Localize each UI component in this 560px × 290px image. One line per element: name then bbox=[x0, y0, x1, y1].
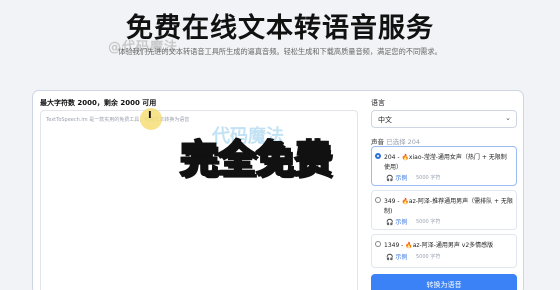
headphones-icon: 🎧 bbox=[386, 219, 394, 226]
text-cursor-icon: I bbox=[148, 110, 152, 121]
bottom-caption-strip bbox=[50, 284, 480, 290]
voice-option-label-cont: 使用） bbox=[384, 164, 403, 171]
voice-option-label-cont: 制) bbox=[384, 208, 393, 215]
text-input-pane: 最大字符数 2000，剩余 2000 可用 TextToSpeech.im 是一… bbox=[40, 98, 358, 290]
voice-option-label: 349 - 🔥az-阿泽-推荐通用男声（需排队 + 无限 bbox=[384, 198, 513, 205]
flame-icon: 🔥 bbox=[401, 154, 409, 161]
language-selected: 中文 bbox=[378, 116, 392, 124]
voice-radio-1349[interactable] bbox=[375, 241, 381, 247]
text-input-placeholder: TextToSpeech.im 是一款实用的免费工具，可将文本转换为语音 bbox=[46, 117, 190, 123]
voice-option-label: 204 - 🔥xiao-滢滢-通用女声（热门 + 无限制 bbox=[384, 154, 507, 161]
char-limit-label: 最大字符数 2000，剩余 2000 可用 bbox=[40, 99, 157, 107]
voice-label: 声音 已选择 204 bbox=[371, 138, 421, 146]
voice-option-label: 1349 - 🔥az-阿泽-通用男声 v2多情感版 bbox=[384, 242, 494, 249]
char-count: 5000 字符 bbox=[416, 175, 441, 181]
page-title: 免费在线文本转语音服务 bbox=[126, 13, 434, 44]
flame-icon: 🔥 bbox=[405, 242, 413, 249]
voice-radio-204[interactable] bbox=[375, 153, 381, 159]
overlay-caption: 完全免费 bbox=[179, 136, 333, 182]
voice-option-1349[interactable]: 1349 - 🔥az-阿泽-通用男声 v2多情感版 🎧 示例 5000 字符 bbox=[371, 234, 517, 268]
language-select[interactable]: 中文 ⌄ bbox=[371, 110, 517, 128]
voice-option-349[interactable]: 349 - 🔥az-阿泽-推荐通用男声（需排队 + 无限 制) 🎧 示例 500… bbox=[371, 190, 517, 230]
page-subtitle: 体验我们先进的文本转语音工具所生成的逼真音频。轻松生成和下载高质量音频，满足您的… bbox=[118, 47, 442, 56]
char-count: 5000 字符 bbox=[416, 254, 441, 260]
headphones-icon: 🎧 bbox=[386, 254, 394, 261]
language-label: 语言 bbox=[371, 99, 385, 107]
voice-radio-349[interactable] bbox=[375, 197, 381, 203]
headphones-icon: 🎧 bbox=[386, 175, 394, 182]
voice-option-204[interactable]: 204 - 🔥xiao-滢滢-通用女声（热门 + 无限制 使用） 🎧 示例 50… bbox=[371, 146, 517, 186]
flame-icon: 🔥 bbox=[401, 198, 409, 205]
settings-pane: 语言 中文 ⌄ 声音 已选择 204 204 - 🔥xiao-滢滢-通用女声（热… bbox=[371, 98, 519, 290]
char-count: 5000 字符 bbox=[416, 219, 441, 225]
example-button[interactable]: 🎧 示例 bbox=[386, 252, 407, 261]
example-button[interactable]: 🎧 示例 bbox=[386, 217, 407, 226]
example-button[interactable]: 🎧 示例 bbox=[386, 173, 407, 182]
chevron-down-icon: ⌄ bbox=[505, 114, 511, 122]
